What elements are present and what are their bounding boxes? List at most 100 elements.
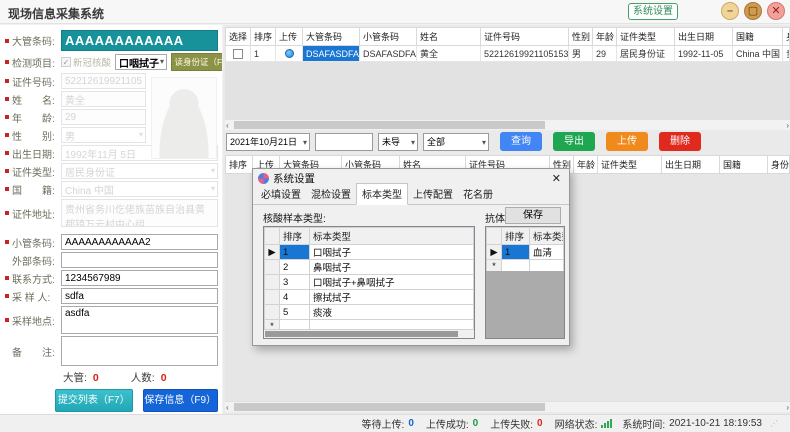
upload-failed-count: 0 bbox=[537, 418, 543, 429]
sampler-label: 采 样 人: bbox=[12, 289, 50, 304]
gender-label: 性 别: bbox=[12, 128, 55, 143]
required-marker bbox=[5, 39, 9, 43]
grid-horizontal-scrollbar[interactable] bbox=[264, 329, 474, 338]
covid-checkbox[interactable]: ✓新冠核酸 bbox=[61, 55, 111, 69]
table-header-row: 选择 排序 上传 大管条码 小管条码 姓名 证件号码 性别 年龄 证件类型 出生… bbox=[226, 28, 790, 46]
minimize-icon[interactable]: – bbox=[721, 2, 739, 20]
grid-row[interactable]: ▶1口咽拭子 bbox=[265, 245, 474, 260]
system-time-label: 系统时间: bbox=[622, 416, 665, 431]
horizontal-scrollbar[interactable]: ‹ › bbox=[225, 119, 790, 130]
external-barcode-input[interactable] bbox=[61, 252, 218, 268]
id-type-select[interactable]: 居民身份证 bbox=[61, 163, 218, 179]
save-info-button[interactable]: 保存信息（F9） bbox=[143, 389, 219, 412]
id-address-textarea[interactable]: 贵州省务川仡佬族苗族自治县黄都镇万云村中心组 bbox=[61, 199, 218, 227]
dialog-close-icon[interactable]: ✕ bbox=[549, 172, 564, 185]
grid-row[interactable]: 2鼻咽拭子 bbox=[265, 260, 474, 275]
save-button[interactable]: 保存 bbox=[505, 207, 561, 224]
small-barcode-input[interactable] bbox=[61, 234, 218, 250]
nucleic-type-label: 核酸样本类型: bbox=[263, 210, 326, 225]
system-settings-dialog: 系统设置 ✕ 必填设置 混检设置 标本类型 上传配置 花名册 核酸样本类型: 抗… bbox=[252, 168, 570, 346]
row-checkbox[interactable] bbox=[233, 49, 243, 59]
contact-input[interactable] bbox=[61, 270, 218, 286]
antibody-type-grid: 排序标本类型 ▶1血清 * bbox=[485, 226, 565, 339]
dialog-tabs: 必填设置 混检设置 标本类型 上传配置 花名册 bbox=[253, 187, 569, 205]
remark-textarea[interactable] bbox=[61, 336, 218, 366]
read-id-card-button[interactable]: 读身份证（F5） bbox=[171, 53, 222, 71]
query-button[interactable]: 查询 bbox=[500, 132, 542, 151]
id-type-label: 证件类型: bbox=[12, 164, 55, 179]
people-count-label: 人数: bbox=[131, 370, 155, 385]
scroll-right-icon[interactable]: › bbox=[786, 121, 789, 130]
id-number-label: 证件号码: bbox=[12, 74, 55, 89]
system-settings-button[interactable]: 系统设置 bbox=[628, 3, 678, 20]
tab-upload-config[interactable]: 上传配置 bbox=[408, 184, 458, 204]
tab-roster[interactable]: 花名册 bbox=[458, 184, 498, 204]
grid-row[interactable]: 4擦拭拭子 bbox=[265, 290, 474, 305]
grid-row[interactable]: 5痰液 bbox=[265, 305, 474, 320]
tab-specimen-type[interactable]: 标本类型 bbox=[356, 183, 408, 205]
query-toolbar: 2021年10月21日 未导 全部 查询 导出 上传 删除 bbox=[226, 132, 701, 151]
birth-date-label: 出生日期: bbox=[12, 146, 55, 161]
sampler-input[interactable] bbox=[61, 288, 218, 304]
big-code-cell[interactable]: DSAFASDFAAAS bbox=[303, 46, 360, 62]
upload-failed-label: 上传失败: bbox=[490, 416, 533, 431]
maximize-icon[interactable]: ▢ bbox=[744, 2, 762, 20]
required-marker bbox=[5, 60, 9, 64]
date-picker[interactable]: 2021年10月21日 bbox=[226, 133, 310, 151]
scroll-right-icon[interactable]: › bbox=[786, 403, 789, 412]
upload-list-table: 选择 排序 上传 大管条码 小管条码 姓名 证件号码 性别 年龄 证件类型 出生… bbox=[225, 27, 790, 130]
required-marker bbox=[5, 211, 9, 215]
upload-button[interactable]: 上传 bbox=[606, 132, 648, 151]
people-count-value: 0 bbox=[161, 372, 167, 384]
submit-list-button[interactable]: 提交列表（F7） bbox=[55, 389, 133, 412]
nationality-select[interactable]: China 中国 bbox=[61, 181, 218, 197]
required-marker bbox=[5, 151, 9, 155]
checkbox-check-icon: ✓ bbox=[61, 57, 71, 67]
grid-empty-area bbox=[486, 271, 564, 338]
counts-row: 大管: 0 人数: 0 bbox=[63, 370, 218, 385]
search-input[interactable] bbox=[315, 133, 373, 151]
swab-type-select[interactable]: 口咽拭子 bbox=[115, 54, 167, 70]
tab-mixed-test-settings[interactable]: 混检设置 bbox=[306, 184, 356, 204]
current-row-icon: ▶ bbox=[265, 245, 280, 260]
nationality-label: 国 籍: bbox=[12, 182, 55, 197]
big-count-value: 0 bbox=[93, 372, 99, 384]
page-title: 现场信息采集系统 bbox=[8, 5, 104, 22]
network-status-label: 网络状态: bbox=[555, 416, 598, 431]
required-marker bbox=[5, 133, 9, 137]
upload-status-icon bbox=[285, 49, 294, 58]
delete-button[interactable]: 删除 bbox=[659, 132, 701, 151]
name-input[interactable] bbox=[61, 91, 146, 107]
required-marker bbox=[5, 294, 9, 298]
nucleic-type-grid: 排序标本类型 ▶1口咽拭子 2鼻咽拭子 3口咽拭子+鼻咽拭子 4擦拭拭子 5痰液… bbox=[263, 226, 475, 339]
big-count-label: 大管: bbox=[63, 370, 87, 385]
small-barcode-label: 小管条码: bbox=[12, 235, 55, 250]
id-photo bbox=[151, 77, 217, 159]
export-button[interactable]: 导出 bbox=[553, 132, 595, 151]
scroll-left-icon[interactable]: ‹ bbox=[226, 403, 229, 412]
scrollbar-thumb[interactable] bbox=[265, 331, 458, 337]
current-row-icon: ▶ bbox=[487, 245, 502, 260]
scrollbar-thumb[interactable] bbox=[234, 121, 545, 129]
upload-success-label: 上传成功: bbox=[426, 416, 469, 431]
scrollbar-thumb[interactable] bbox=[234, 403, 545, 411]
close-icon[interactable]: ✕ bbox=[767, 2, 785, 20]
horizontal-scrollbar[interactable]: ‹ › bbox=[225, 401, 790, 412]
big-barcode-input[interactable] bbox=[61, 30, 218, 51]
table-row[interactable]: 1 DSAFASDFAAAS DSAFASDFAAAS1 黄全 52212619… bbox=[226, 46, 790, 62]
age-input[interactable] bbox=[61, 109, 146, 125]
age-label: 年 龄: bbox=[12, 110, 55, 125]
scroll-left-icon[interactable]: ‹ bbox=[226, 121, 229, 130]
tab-required-settings[interactable]: 必填设置 bbox=[256, 184, 306, 204]
required-marker bbox=[5, 240, 9, 244]
scope-select[interactable]: 全部 bbox=[423, 133, 489, 151]
sample-site-textarea[interactable]: asdfa bbox=[61, 306, 218, 334]
export-status-select[interactable]: 未导 bbox=[378, 133, 418, 151]
required-marker bbox=[5, 187, 9, 191]
grid-row[interactable]: ▶1血清 bbox=[487, 245, 564, 260]
title-bar: 现场信息采集系统 系统设置 – ▢ ✕ bbox=[0, 0, 790, 24]
grid-row[interactable]: 3口咽拭子+鼻咽拭子 bbox=[265, 275, 474, 290]
gender-select[interactable]: 男 bbox=[61, 127, 146, 143]
status-bar: 等待上传: 0 上传成功: 0 上传失败: 0 网络状态: 系统时间: 2021… bbox=[0, 414, 790, 432]
id-number-input[interactable] bbox=[61, 73, 146, 89]
